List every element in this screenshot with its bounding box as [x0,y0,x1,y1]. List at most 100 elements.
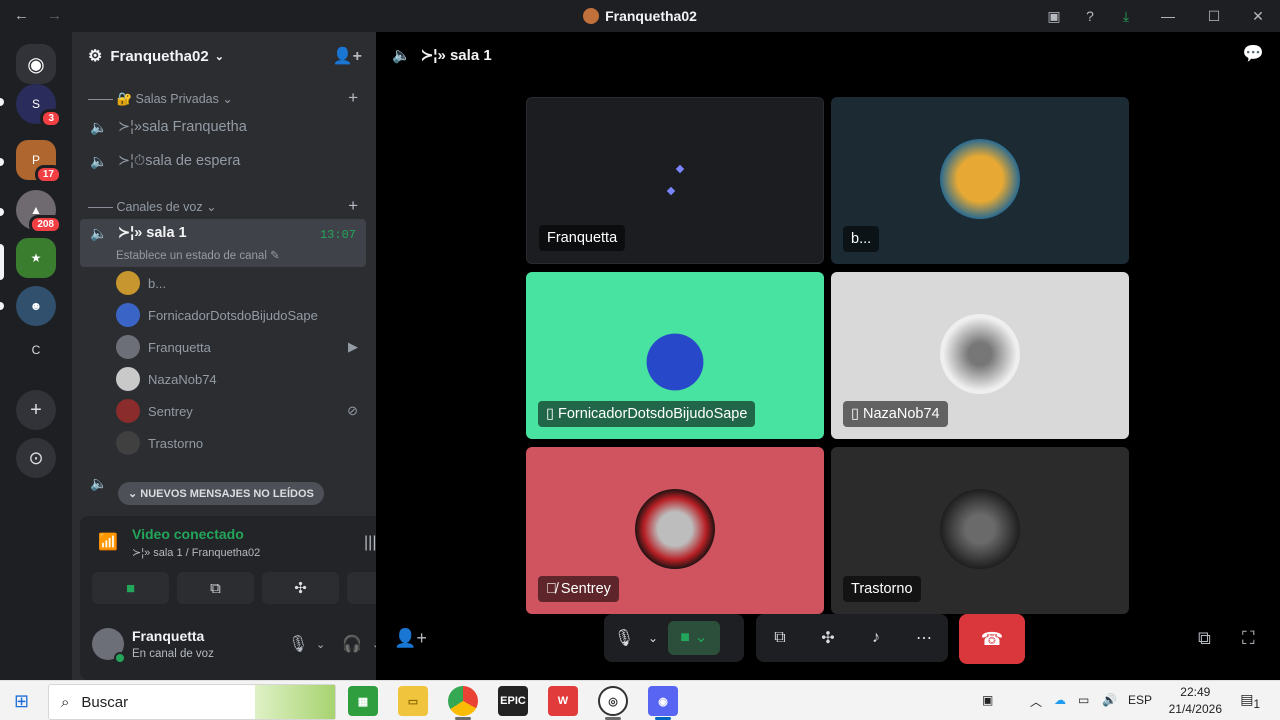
headphones-icon[interactable]: 🎧 [342,634,362,654]
minecraft-icon[interactable]: ▦ [348,686,378,716]
avatar [940,313,1020,394]
video-tile-nazanob74[interactable]: ▯ NazaNob74 [831,272,1129,439]
discover-icon[interactable]: ⊙ [16,438,56,478]
signal-icon[interactable]: 📶 [98,532,118,552]
voice-status: Video conectado [132,526,244,542]
discord-icon[interactable]: ◉ [648,686,678,716]
screen-share-button[interactable]: ⧉ [177,572,254,604]
channel-sala-de-espera[interactable]: 🔈 ≻¦⏱sala de espera [80,145,366,177]
chrome-icon[interactable] [448,686,478,716]
epic-games-icon[interactable]: EPIC [498,686,528,716]
download-icon[interactable]: ⤓ [1108,8,1144,25]
language-indicator[interactable]: ESP [1128,693,1152,707]
notification-center-icon[interactable]: ▤1 [1240,691,1260,711]
voice-user-nazanob74[interactable]: NazaNob74 [116,364,366,394]
invite-people-icon[interactable]: 👤+ [333,46,362,66]
discord-home-icon[interactable]: ◉ [16,44,56,84]
channel-sala-1[interactable]: 🔈 ≻¦» sala 1 13:07 Establece un estado d… [80,219,366,267]
tile-label: ▯ FornicadorDotsdoBijudoSape [538,401,756,427]
fullscreen-icon[interactable]: ⛶ [1242,628,1255,649]
show-hidden-icons[interactable]: ︿ [1030,693,1042,710]
add-server-icon[interactable]: + [16,390,56,430]
server-icon-c[interactable]: C [16,330,56,370]
channel-sala-franquetha[interactable]: 🔈 ≻¦»sala Franquetha [80,111,366,143]
chevron-down-icon[interactable]: ⌄ [644,631,662,645]
inbox-icon[interactable]: ▣ [1036,8,1072,25]
activities-button[interactable]: ✣ [262,572,339,604]
user-status: En canal de voz [132,648,214,660]
video-tile-franquetta[interactable]: Franquetta [526,97,824,264]
help-icon[interactable]: ? [1072,8,1108,24]
server-icon-3[interactable]: ▲ 208 [16,190,62,234]
avatar [116,303,140,327]
noise-suppression-icon[interactable]: ||| [364,534,376,552]
volume-icon[interactable]: 🔊 [1102,693,1117,707]
obs-icon[interactable]: ◎ [598,686,628,716]
voice-user-sentrey[interactable]: Sentrey ⊘ [116,396,366,426]
new-messages-pill[interactable]: ⌄ NUEVOS MENSAJES NO LEÍDOS [118,482,324,505]
file-explorer-icon[interactable]: ▭ [398,686,428,716]
tile-label: Trastorno [843,576,921,602]
taskbar-search[interactable]: ⌕ Buscar [48,684,336,720]
server-icon-5[interactable]: ☻ [16,286,56,326]
server-icon-2[interactable]: P 17 [16,140,62,184]
add-channel-icon[interactable]: + [348,88,358,108]
maximize-button[interactable]: ☐ [1192,8,1236,25]
tray-app-icon[interactable]: ▣ [982,693,993,707]
category-canales-de-voz[interactable]: —— Canales de voz ⌄ + [88,196,358,216]
voice-user-fornicador[interactable]: FornicadorDotsdoBijudoSape [116,300,366,330]
voice-location[interactable]: ≻¦» sala 1 / Franquetha02 [132,546,260,559]
windows-taskbar: ⊞ ⌕ Buscar ▦ ▭ EPIC W ◎ ◉ ▣ ︿ ☁ ▭ 🔊 ESP … [0,680,1280,720]
voice-user-b[interactable]: b... [116,268,366,298]
clock[interactable]: 22:49 21/4/2026 [1169,684,1222,718]
chevron-down-icon[interactable]: ⌄ [316,638,325,651]
server-header[interactable]: ⚙ Franquetha02 ⌄ 👤+ [72,32,376,80]
server-icon-1[interactable]: S3 [16,84,62,128]
invite-to-voice-icon[interactable]: 👤+ [394,628,427,649]
speaker-icon: 🔈 [90,152,108,169]
call-timer: 13:07 [319,228,356,242]
channel-status[interactable]: Establece un estado de canal ✎ [116,248,280,262]
camera-button[interactable]: ■ [92,572,169,604]
camera-button[interactable]: ■ ⌄ [668,621,720,655]
avatar [635,313,715,394]
avatar [635,488,715,569]
more-options-icon[interactable]: ⋯ [904,628,944,648]
avatar [116,399,140,423]
wps-office-icon[interactable]: W [548,686,578,716]
minimize-button[interactable]: — [1144,8,1192,24]
server-gear-icon: ⚙ [88,48,103,65]
username[interactable]: Franquetta [132,628,204,644]
category-salas-privadas[interactable]: —— 🔐 Salas Privadas ⌄ + [88,88,358,108]
activities-icon[interactable]: ✣ [808,628,848,648]
video-tile-b[interactable]: b... [831,97,1129,264]
video-tile-sentrey[interactable]: 🎙̸ Sentrey [526,447,824,614]
tile-label: Franquetta [539,225,626,251]
title-bar: ← → Franquetha02 ▣ ? ⤓ — ☐ ✕ [0,0,1280,32]
video-tile-fornicador[interactable]: ▯ FornicadorDotsdoBijudoSape [526,272,824,439]
speaker-icon: 🔈 [90,225,108,241]
microphone-icon[interactable]: 🎙 [288,634,308,654]
video-tile-trastorno[interactable]: Trastorno [831,447,1129,614]
network-icon[interactable]: ▭ [1078,693,1089,707]
activities-icon: ✣ [294,580,307,597]
onedrive-icon[interactable]: ☁ [1054,693,1066,707]
server-icon-franquetha02[interactable]: ★ [16,238,56,278]
voice-user-franquetta[interactable]: Franquetta ▶ [116,332,366,362]
tile-label: ▯ NazaNob74 [843,401,948,427]
microphone-icon[interactable]: 🎙 [604,628,644,648]
unread-badge: 208 [29,215,62,234]
add-channel-icon[interactable]: + [348,196,358,216]
popout-icon[interactable]: ⧉ [1198,628,1211,649]
avatar [116,335,140,359]
disconnect-button[interactable]: ☎ [959,614,1025,664]
windows-start-icon[interactable]: ⊞ [14,691,29,712]
voice-user-trastorno[interactable]: Trastorno [116,428,366,458]
screen-share-icon[interactable]: ⧉ [760,629,800,647]
avatar [116,367,140,391]
soundboard-icon[interactable]: ♪ [856,629,896,647]
close-button[interactable]: ✕ [1236,8,1280,25]
chat-icon[interactable]: 💬 [1243,44,1264,64]
action-controls: ⧉ ✣ ♪ ⋯ [756,614,948,662]
mic-muted-icon: 🎙̸ [546,581,557,597]
